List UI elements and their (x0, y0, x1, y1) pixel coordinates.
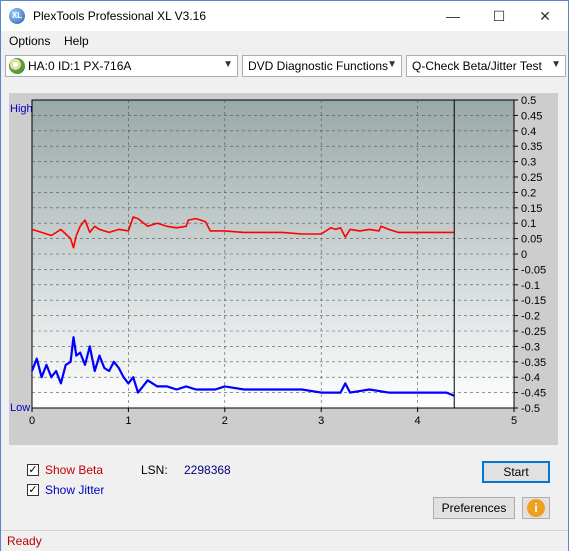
y-tick-label: 0.45 (521, 110, 542, 122)
minimize-button[interactable]: — (430, 1, 476, 31)
lsn-value: 2298368 (184, 463, 231, 477)
info-icon: i (527, 499, 545, 517)
x-tick-label: 0 (29, 415, 35, 427)
lsn-label: LSN: (141, 463, 168, 477)
x-tick-label: 4 (415, 415, 421, 427)
preferences-button[interactable]: Preferences (433, 497, 515, 519)
x-tick-label: 1 (125, 415, 131, 427)
show-beta-checkbox[interactable]: ✓ (27, 464, 39, 476)
y-tick-label: 0.2 (521, 187, 536, 199)
grid-lines (32, 100, 514, 408)
y-tick-label: 0.5 (521, 95, 536, 107)
y-tick-label: -0.4 (521, 372, 540, 384)
y-tick-label: 0.1 (521, 218, 536, 230)
y-tick-label: 0.35 (521, 141, 542, 153)
x-tick-label: 5 (511, 415, 517, 427)
y-tick-label: 0.4 (521, 126, 536, 138)
app-window: XL PlexTools Professional XL V3.16 — ☐ ✕… (0, 0, 569, 551)
beta-jitter-chart: High Low 0.50.450.40.350.30.250.20.150.1… (10, 95, 546, 427)
chart-panel: High Low 0.5 0.45 0.4 0.35 0.3 0.25 0.2 0.15 0.1… (9, 93, 558, 445)
app-logo-icon: XL (9, 8, 25, 24)
y-tick-label: -0.45 (521, 388, 546, 400)
menu-bar: Options Help (1, 31, 568, 51)
controls-panel: ✓ Show Beta ✓ Show Jitter LSN: 2298368 S… (9, 453, 558, 529)
start-button[interactable]: Start (482, 461, 550, 483)
close-button[interactable]: ✕ (522, 1, 568, 31)
maximize-button[interactable]: ☐ (476, 1, 522, 31)
y-tick-label: -0.25 (521, 326, 546, 338)
drive-select[interactable]: HA:0 ID:1 PX-716A ▼ (5, 55, 238, 77)
status-bar: Ready (1, 530, 568, 551)
y-tick-label: 0.25 (521, 172, 542, 184)
y-high-label: High (10, 103, 33, 115)
function-select-value: DVD Diagnostic Functions (248, 59, 389, 73)
function-select[interactable]: DVD Diagnostic Functions ▼ (242, 55, 402, 77)
info-button[interactable]: i (522, 497, 550, 519)
menu-options[interactable]: Options (9, 34, 50, 48)
y-tick-label: -0.1 (521, 280, 540, 292)
x-axis-ticks: 0 1 2 3 4 5 (29, 408, 517, 427)
y-tick-label: -0.5 (521, 403, 540, 415)
toolbar: HA:0 ID:1 PX-716A ▼ DVD Diagnostic Funct… (1, 53, 568, 79)
y-tick-label: 0.15 (521, 203, 542, 215)
disc-drive-icon (9, 58, 25, 74)
y-tick-label: -0.2 (521, 311, 540, 323)
drive-select-value: HA:0 ID:1 PX-716A (28, 59, 132, 73)
chevron-down-icon: ▼ (387, 59, 397, 70)
window-title: PlexTools Professional XL V3.16 (33, 9, 206, 23)
chevron-down-icon: ▼ (551, 59, 561, 70)
x-tick-label: 3 (318, 415, 324, 427)
title-bar: XL PlexTools Professional XL V3.16 — ☐ ✕ (1, 1, 568, 31)
show-jitter-checkbox[interactable]: ✓ (27, 484, 39, 496)
y-axis-ticks: 0.5 0.45 0.4 0.35 0.3 0.25 0.2 0.15 0.1 0.05 0 -0.0… (514, 95, 546, 415)
chevron-down-icon: ▼ (223, 59, 233, 70)
show-jitter-label[interactable]: Show Jitter (45, 483, 104, 497)
status-text: Ready (7, 534, 42, 548)
y-tick-label: 0 (521, 249, 527, 261)
test-select[interactable]: Q-Check Beta/Jitter Test ▼ (406, 55, 566, 77)
y-low-label: Low (10, 402, 30, 414)
y-tick-label: 0.05 (521, 234, 542, 246)
x-tick-label: 2 (222, 415, 228, 427)
y-tick-label: -0.3 (521, 341, 540, 353)
y-tick-label: 0.3 (521, 157, 536, 169)
y-tick-label: -0.35 (521, 357, 546, 369)
test-select-value: Q-Check Beta/Jitter Test (412, 59, 542, 73)
y-tick-label: -0.05 (521, 264, 546, 276)
show-beta-label[interactable]: Show Beta (45, 463, 103, 477)
menu-help[interactable]: Help (64, 34, 89, 48)
y-tick-label: -0.15 (521, 295, 546, 307)
